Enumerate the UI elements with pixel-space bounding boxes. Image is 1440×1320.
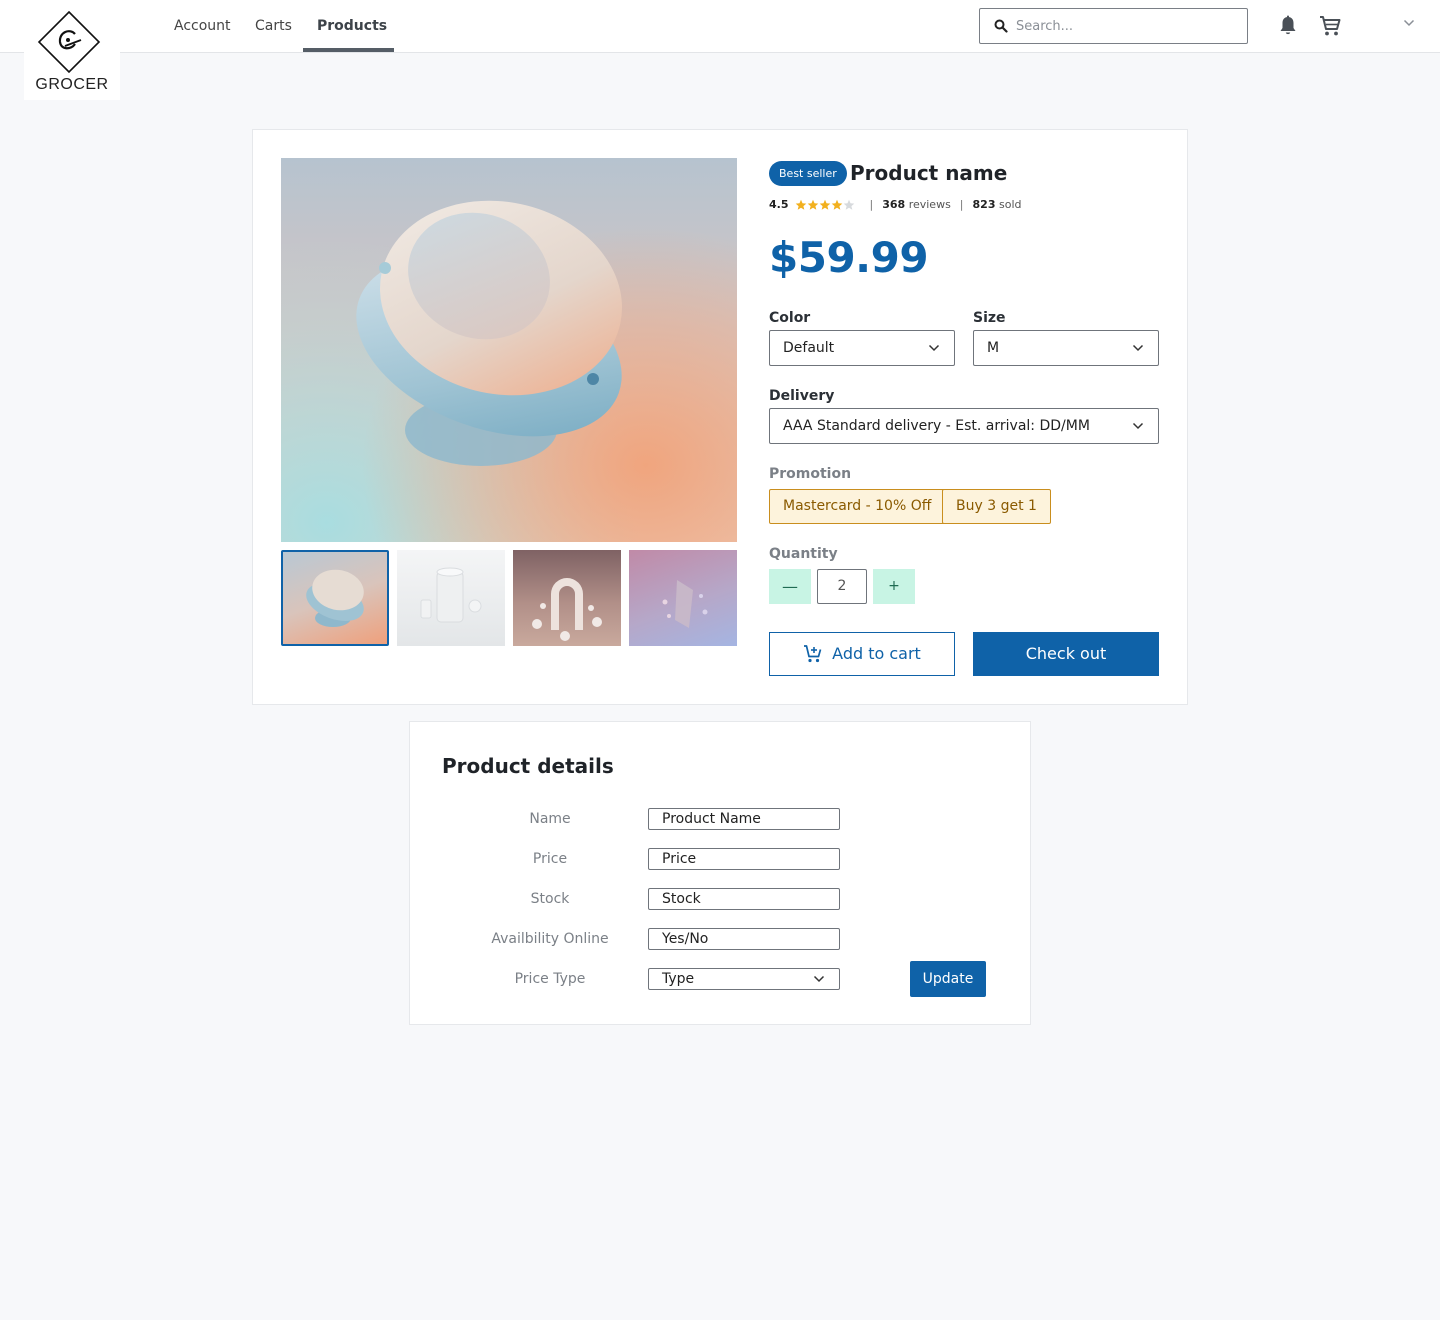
promotion-label: Promotion	[769, 466, 852, 482]
bell-icon[interactable]	[1278, 15, 1298, 37]
quantity-increment-button[interactable]: +	[873, 569, 915, 604]
chevron-down-icon[interactable]	[1403, 19, 1415, 27]
rating-row: 4.5 | 368 reviews | 823 sold	[769, 197, 1022, 213]
nav-tab-products[interactable]: Products	[317, 0, 387, 53]
product-details-title: Product details	[442, 754, 614, 778]
add-to-cart-label: Add to cart	[832, 644, 921, 663]
sold-label: sold	[998, 198, 1022, 211]
search-input[interactable]	[1016, 9, 1241, 43]
star-rating	[795, 199, 855, 211]
logo-mark-icon	[37, 10, 101, 74]
nav-tab-carts[interactable]: Carts	[255, 0, 292, 53]
search-box[interactable]	[979, 8, 1248, 44]
brand-name: GROCER	[35, 76, 109, 93]
detail-input-availability[interactable]: Yes/No	[648, 928, 840, 950]
detail-input-stock[interactable]: Stock	[648, 888, 840, 910]
reviews-label[interactable]: reviews	[909, 197, 951, 213]
sold-count: 823	[972, 198, 996, 211]
detail-label-price-type: Price Type	[514, 971, 586, 987]
star-icon	[819, 199, 830, 210]
star-icon	[831, 199, 842, 210]
star-half-icon	[843, 199, 854, 210]
brand-logo[interactable]: GROCER	[24, 0, 120, 100]
product-title: Product name	[850, 161, 1008, 185]
delivery-label: Delivery	[769, 388, 835, 404]
delivery-value: AAA Standard delivery - Est. arrival: DD…	[783, 418, 1090, 434]
detail-input-price[interactable]: Price	[648, 848, 840, 870]
detail-label-name: Name	[529, 811, 571, 827]
product-price: $59.99	[769, 233, 929, 282]
chevron-down-icon	[813, 975, 825, 983]
update-button[interactable]: Update	[910, 961, 986, 997]
detail-label-stock: Stock	[530, 891, 570, 907]
detail-select-price-type[interactable]: Type	[648, 968, 840, 990]
promotion-chip-buy3get1[interactable]: Buy 3 get 1	[942, 489, 1051, 524]
quantity-decrement-button[interactable]: —	[769, 569, 811, 604]
star-icon	[807, 199, 818, 210]
product-thumbnail-1[interactable]	[281, 550, 389, 646]
product-card: Best seller Product name 4.5 | 368 revie…	[252, 129, 1188, 705]
product-details-card: Product details Name Product Name Price …	[409, 721, 1031, 1025]
size-select[interactable]: M	[973, 330, 1159, 366]
product-thumbnail-4[interactable]	[629, 550, 737, 646]
add-to-cart-button[interactable]: Add to cart	[769, 632, 955, 676]
quantity-label: Quantity	[769, 546, 838, 562]
product-main-image	[281, 158, 737, 542]
chevron-down-icon	[1132, 422, 1144, 430]
product-thumbnail-2[interactable]	[397, 550, 505, 646]
color-value: Default	[783, 340, 835, 356]
delivery-select[interactable]: AAA Standard delivery - Est. arrival: DD…	[769, 408, 1159, 444]
detail-label-availability: Availbility Online	[491, 931, 609, 947]
search-icon	[994, 19, 1008, 33]
chevron-down-icon	[1132, 344, 1144, 352]
add-to-cart-icon	[804, 645, 822, 663]
chevron-down-icon	[928, 344, 940, 352]
quantity-input[interactable]: 2	[817, 569, 867, 604]
color-select[interactable]: Default	[769, 330, 955, 366]
size-label: Size	[973, 310, 1006, 326]
color-label: Color	[769, 310, 811, 326]
rating-value: 4.5	[769, 198, 789, 211]
top-navigation-bar: Account Carts Products	[0, 0, 1440, 53]
detail-input-name[interactable]: Product Name	[648, 808, 840, 830]
best-seller-badge: Best seller	[769, 161, 847, 186]
price-type-value: Type	[662, 971, 695, 987]
nav-tab-account[interactable]: Account	[174, 0, 231, 53]
size-value: M	[987, 340, 1000, 356]
detail-label-price: Price	[532, 851, 568, 867]
product-thumbnail-3[interactable]	[513, 550, 621, 646]
promotion-chip-mastercard[interactable]: Mastercard - 10% Off	[769, 489, 946, 524]
cart-icon[interactable]	[1318, 14, 1342, 38]
checkout-button[interactable]: Check out	[973, 632, 1159, 676]
star-icon	[795, 199, 806, 210]
active-tab-indicator	[303, 48, 394, 52]
reviews-count: 368	[882, 198, 906, 211]
